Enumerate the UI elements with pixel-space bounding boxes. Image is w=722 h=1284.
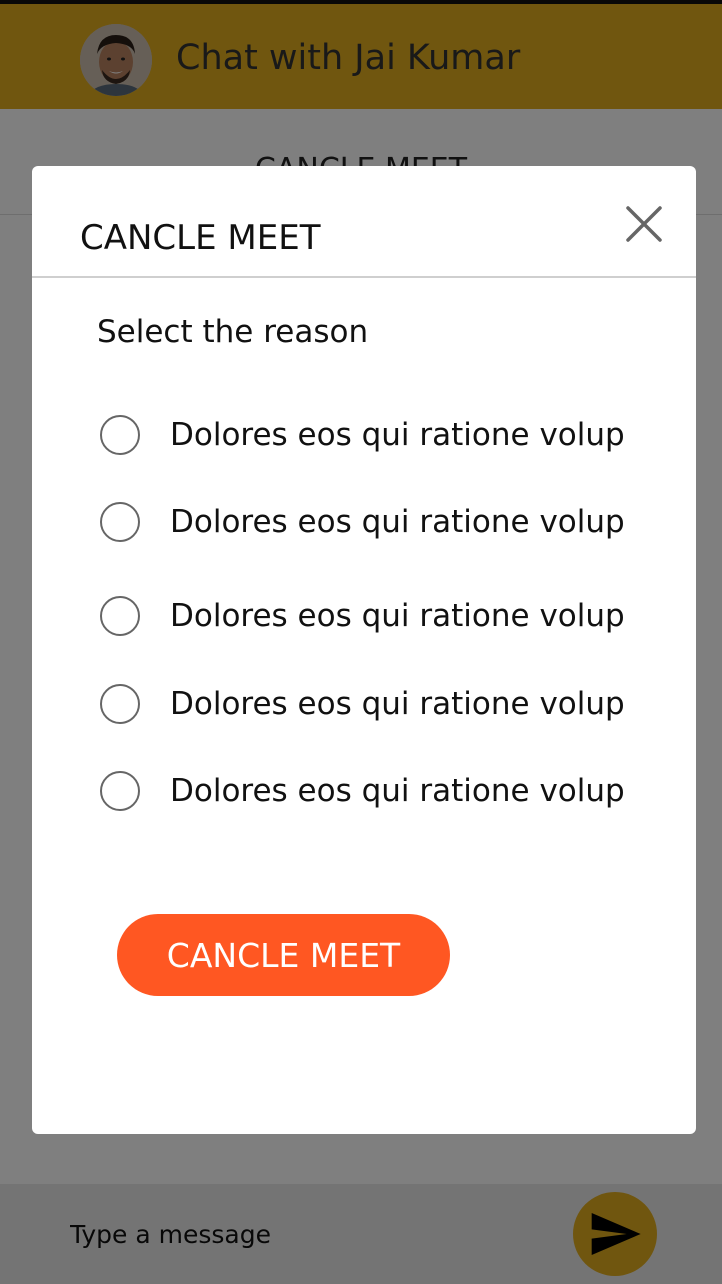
cancel-meet-dialog: CANCLE MEET Select the reason Dolores eo…	[32, 166, 696, 1134]
radio-button[interactable]	[100, 684, 140, 724]
radio-button[interactable]	[100, 596, 140, 636]
reason-heading: Select the reason	[97, 314, 369, 350]
close-button[interactable]	[620, 200, 668, 248]
radio-button[interactable]	[100, 415, 140, 455]
reason-label: Dolores eos qui ratione volup	[170, 686, 625, 722]
reason-option[interactable]: Dolores eos qui ratione volup	[100, 586, 660, 646]
reason-option[interactable]: Dolores eos qui ratione volup	[100, 405, 660, 465]
reason-label: Dolores eos qui ratione volup	[170, 773, 625, 809]
radio-button[interactable]	[100, 502, 140, 542]
reason-option[interactable]: Dolores eos qui ratione volup	[100, 492, 660, 552]
dialog-title: CANCLE MEET	[80, 218, 321, 258]
chat-screen: Chat with Jai Kumar CANCLE MEET CANCLE M…	[0, 0, 722, 1284]
reason-label: Dolores eos qui ratione volup	[170, 504, 625, 540]
reason-option[interactable]: Dolores eos qui ratione volup	[100, 761, 660, 821]
reason-option[interactable]: Dolores eos qui ratione volup	[100, 674, 660, 734]
reason-label: Dolores eos qui ratione volup	[170, 598, 625, 634]
close-icon	[626, 206, 662, 242]
dialog-header: CANCLE MEET	[32, 166, 696, 278]
reason-label: Dolores eos qui ratione volup	[170, 417, 625, 453]
cancel-meet-button[interactable]: CANCLE MEET	[117, 914, 450, 996]
radio-button[interactable]	[100, 771, 140, 811]
